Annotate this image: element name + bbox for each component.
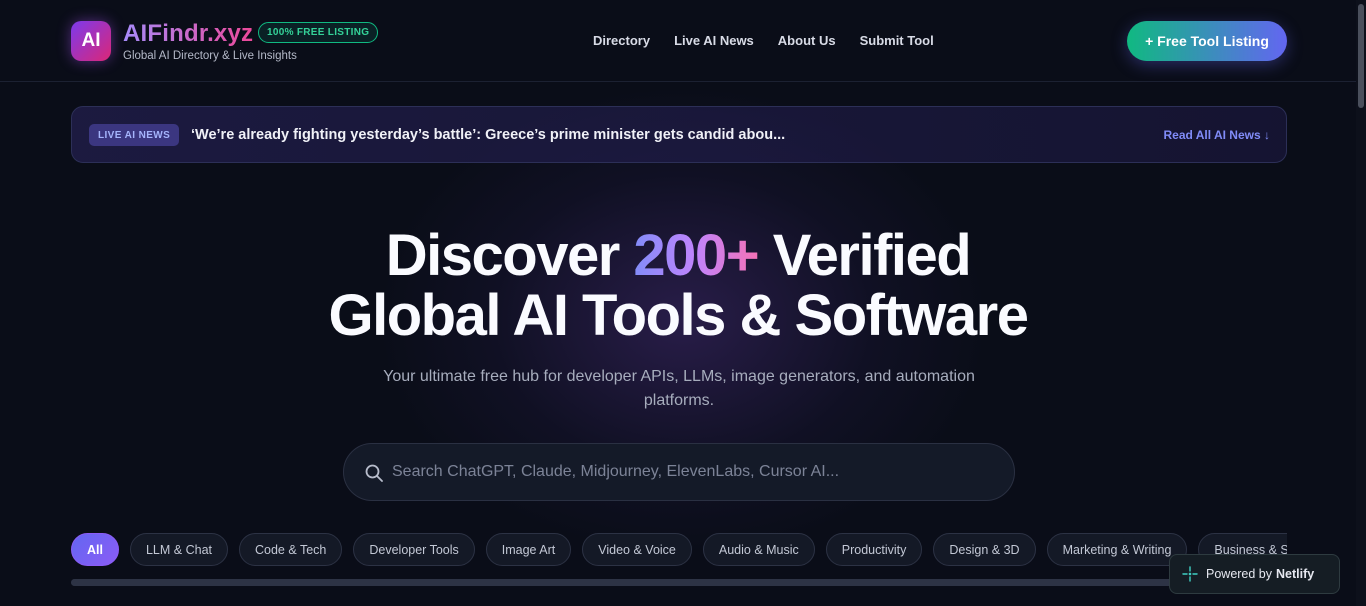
- hero-title-part1: Discover: [385, 223, 634, 288]
- nav-directory[interactable]: Directory: [593, 33, 650, 48]
- category-llm-chat[interactable]: LLM & Chat: [129, 533, 228, 566]
- category-video-voice[interactable]: Video & Voice: [582, 533, 692, 566]
- news-headline[interactable]: ‘We’re already fighting yesterday’s batt…: [191, 127, 785, 143]
- netlify-name: Netlify: [1276, 567, 1315, 581]
- category-image-art[interactable]: Image Art: [485, 533, 572, 566]
- hero-title-accent: 200+: [633, 223, 759, 288]
- read-all-news-link[interactable]: Read All AI News ↓: [1164, 128, 1270, 142]
- live-news-bar: LIVE AI NEWS ‘We’re already fighting yes…: [71, 106, 1287, 163]
- netlify-badge[interactable]: Powered by Netlify: [1169, 554, 1340, 594]
- category-audio-music[interactable]: Audio & Music: [702, 533, 815, 566]
- category-all[interactable]: All: [71, 533, 119, 566]
- free-tool-listing-button[interactable]: + Free Tool Listing: [1127, 21, 1287, 61]
- category-code-tech[interactable]: Code & Tech: [239, 533, 343, 566]
- category-filter-bar: All LLM & Chat Code & Tech Developer Too…: [71, 533, 1287, 567]
- live-news-badge: LIVE AI NEWS: [89, 124, 180, 146]
- site-header: AI AIFindr.xyz 100% FREE LISTING Global …: [0, 0, 1356, 82]
- netlify-prefix: Powered by: [1206, 567, 1273, 581]
- category-design-3d[interactable]: Design & 3D: [933, 533, 1036, 566]
- category-scroll-thumb[interactable]: [71, 579, 1201, 586]
- page-scrollbar[interactable]: [1356, 0, 1366, 606]
- search-bar[interactable]: [343, 443, 1015, 501]
- scrollbar-thumb[interactable]: [1358, 4, 1364, 108]
- search-input[interactable]: [392, 444, 992, 500]
- netlify-icon: [1182, 566, 1198, 582]
- brand-tagline: Global AI Directory & Live Insights: [123, 50, 297, 62]
- nav-live-ai-news[interactable]: Live AI News: [674, 33, 754, 48]
- brand-name[interactable]: AIFindr.xyz: [123, 20, 253, 48]
- hero-title: Discover 200+ Verified Global AI Tools &…: [0, 226, 1356, 346]
- nav-submit-tool[interactable]: Submit Tool: [860, 33, 934, 48]
- logo-icon[interactable]: AI: [71, 21, 111, 61]
- free-listing-badge: 100% FREE LISTING: [258, 22, 379, 43]
- hero-subtitle: Your ultimate free hub for developer API…: [383, 368, 975, 409]
- nav-about-us[interactable]: About Us: [778, 33, 836, 48]
- hero-title-part2: Verified: [758, 223, 972, 288]
- category-productivity[interactable]: Productivity: [825, 533, 923, 566]
- category-developer-tools[interactable]: Developer Tools: [353, 533, 475, 566]
- main-nav: Directory Live AI News About Us Submit T…: [593, 33, 934, 48]
- category-marketing-writing[interactable]: Marketing & Writing: [1046, 533, 1188, 566]
- search-icon: [365, 464, 383, 482]
- hero-title-line2: Global AI Tools & Software: [328, 283, 1029, 348]
